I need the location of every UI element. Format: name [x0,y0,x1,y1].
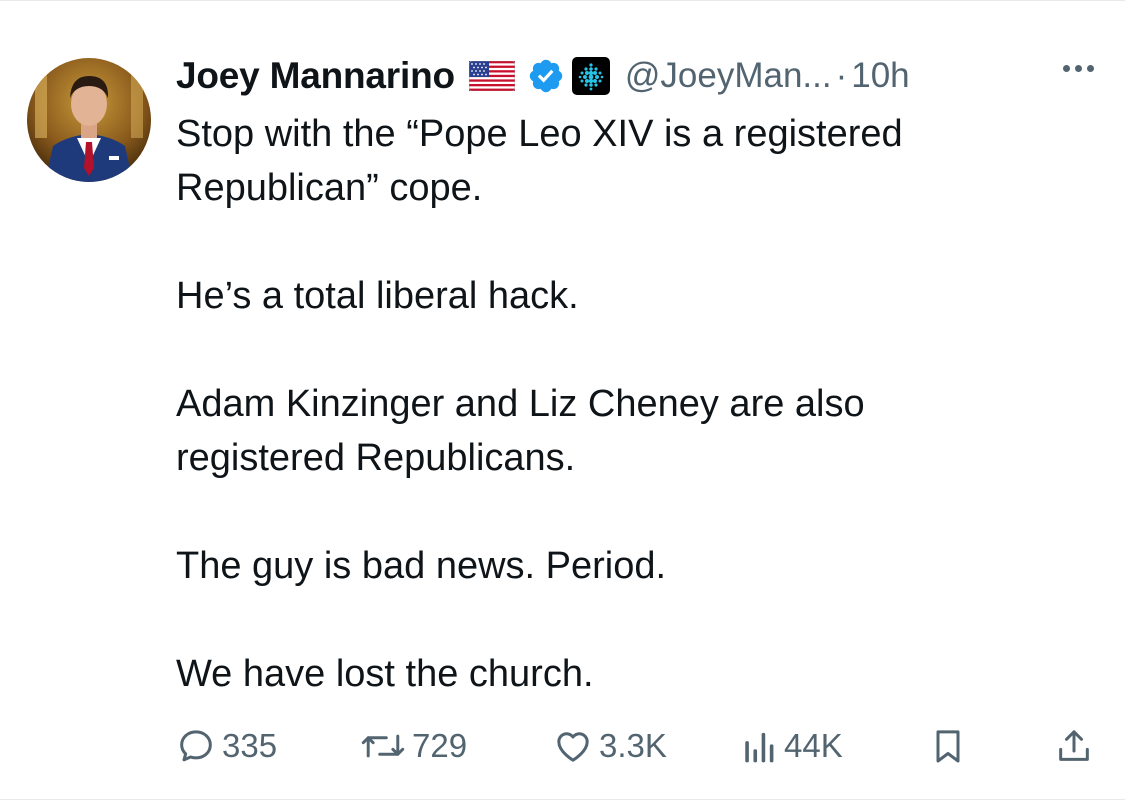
like-button[interactable]: 3.3K [553,719,667,773]
tweet-text-line: Adam Kinzinger and Liz Cheney are also [176,383,865,425]
views-count: 44K [784,727,843,764]
tweet-text-line: We have lost the church. [176,653,594,695]
tweet-header: Joey Mannarino @JoeyMan... · 10h [176,51,1101,101]
handle[interactable]: @JoeyMan... [625,56,832,96]
repost-icon [360,726,406,766]
bookmark-button[interactable] [928,719,968,773]
repost-button[interactable]: 729 [360,719,467,773]
timestamp[interactable]: 10h [851,56,909,96]
avatar[interactable] [27,58,151,182]
display-name[interactable]: Joey Mannarino [176,55,455,97]
reply-icon [176,726,216,766]
tweet-text-line: Republican” cope. [176,167,483,209]
us-flag-icon [468,61,515,91]
more-options-icon[interactable] [1063,65,1094,72]
tweet-card[interactable]: Joey Mannarino @JoeyMan... · 10h Stop wi… [0,0,1125,800]
views-button[interactable]: 44K [742,719,843,773]
share-button[interactable] [1054,719,1094,773]
heart-icon [553,726,593,766]
tweet-actions: 335 729 3.3K 44K [176,719,1095,773]
tweet-text-line: registered Republicans. [176,437,576,479]
tweet-text-line: He’s a total liberal hack. [176,275,579,317]
repost-count: 729 [412,727,468,764]
separator-dot: · [835,56,848,95]
share-icon [1054,726,1094,766]
tweet-text: Stop with the “Pope Leo XIV is a registe… [176,107,1076,701]
views-bar-chart-icon [742,726,778,766]
bookmark-icon [928,726,968,766]
tweet-text-line: The guy is bad news. Period. [176,545,667,587]
reply-button[interactable]: 335 [176,719,277,773]
tweet-text-line: Stop with the “Pope Leo XIV is a registe… [176,113,903,155]
like-count: 3.3K [599,727,667,764]
reply-count: 335 [222,727,278,764]
affiliation-badge-icon[interactable] [571,56,611,96]
verified-badge-icon[interactable] [527,57,565,95]
